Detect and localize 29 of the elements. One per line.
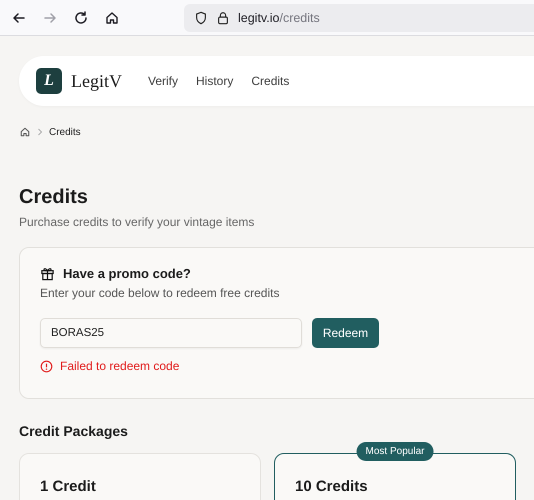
redeem-button[interactable]: Redeem: [312, 318, 379, 348]
home-icon[interactable]: [19, 126, 31, 138]
reload-icon: [73, 10, 89, 26]
url-path: /credits: [279, 10, 320, 24]
lock-icon: [216, 10, 230, 24]
url-host: legitv.io: [238, 10, 280, 24]
nav-link[interactable]: Credits: [251, 74, 290, 88]
package-name: 1 Credit: [40, 478, 96, 495]
home-icon: [104, 10, 120, 26]
popular-badge: Most Popular: [356, 442, 434, 461]
error-icon: [40, 360, 53, 372]
gift-icon: [40, 266, 55, 281]
promo-description: Enter your code below to redeem free credits: [40, 286, 280, 300]
chevron-icon: [37, 128, 43, 136]
section-title: Credit Packages: [19, 423, 129, 439]
address-bar[interactable]: legitv.io/credits: [184, 4, 534, 32]
shield-icon: [194, 10, 208, 24]
error-message: Failed to redeem code: [60, 359, 180, 373]
promo-code-field[interactable]: BORAS25: [40, 318, 302, 348]
promo-title: Have a promo code?: [63, 266, 191, 281]
package-name: 10 Credits: [295, 478, 368, 495]
package-card[interactable]: 1 Credit: [19, 453, 261, 500]
page-subtitle: Purchase credits to verify your vintage items: [19, 215, 256, 229]
nav-link[interactable]: Verify: [148, 74, 178, 88]
brand-name: LegitV: [71, 70, 122, 92]
logo-icon: L: [36, 68, 62, 94]
page-title: Credits: [19, 186, 89, 209]
breadcrumb-current: Credits: [49, 126, 81, 138]
nav-link[interactable]: History: [196, 74, 234, 88]
